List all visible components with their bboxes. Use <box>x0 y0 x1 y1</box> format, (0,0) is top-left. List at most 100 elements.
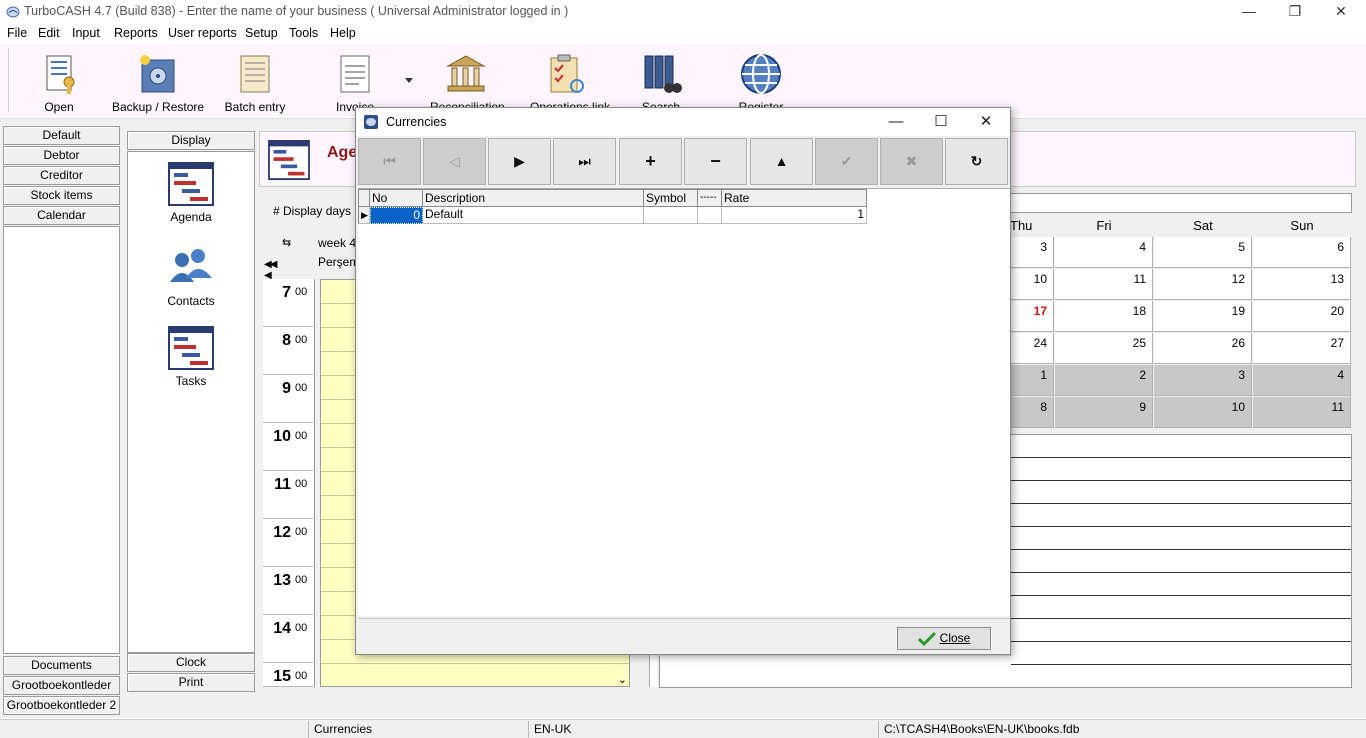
minimize-button[interactable]: — <box>1226 0 1272 24</box>
calendar-cell[interactable]: 27 <box>1253 333 1351 364</box>
column-extra[interactable]: ----- <box>698 189 722 207</box>
nav-grootboekontleder[interactable]: Grootboekontleder <box>3 676 120 695</box>
calendar-cell[interactable]: 19 <box>1154 301 1252 332</box>
nav-calendar[interactable]: Calendar <box>3 206 120 225</box>
task-list-lines[interactable] <box>1010 434 1352 688</box>
calendar-cell-next-month[interactable]: 4 <box>1253 365 1351 396</box>
tasks-gantt-icon <box>168 326 214 370</box>
calendar-cell-next-month[interactable]: 11 <box>1253 397 1351 428</box>
menu-help[interactable]: Help <box>330 26 356 40</box>
backup-restore-button[interactable]: Backup / Restore <box>112 48 204 114</box>
agenda-header-icon <box>268 140 310 180</box>
toolbar-separator <box>8 48 9 112</box>
post-record-button[interactable]: ✔ <box>815 138 878 185</box>
menu-input[interactable]: Input <box>72 26 100 40</box>
reconciliation-button[interactable]: Reconciliation <box>430 48 505 114</box>
cell-symbol[interactable] <box>644 207 698 224</box>
operations-link-button[interactable]: Operations link <box>530 48 610 114</box>
batch-entry-button[interactable]: Batch entry <box>224 48 286 114</box>
edit-record-button[interactable]: ▲ <box>750 138 813 185</box>
display-item-contacts[interactable]: Contacts <box>128 246 254 308</box>
menu-edit[interactable]: Edit <box>38 26 60 40</box>
calendar-cell[interactable]: 24 <box>1010 333 1054 364</box>
calendar-cell-next-month[interactable]: 3 <box>1154 365 1252 396</box>
calendar-cell-next-month[interactable]: 10 <box>1154 397 1252 428</box>
week-arrows-icon[interactable]: ⇆ <box>282 236 291 249</box>
dialog-app-icon <box>364 115 378 129</box>
prior-record-button[interactable]: ◁ <box>423 138 486 185</box>
dialog-close-button[interactable]: ✕ <box>964 108 1008 136</box>
display-item-agenda[interactable]: Agenda <box>128 162 254 224</box>
menu-file[interactable]: File <box>7 26 27 40</box>
nav-creditor[interactable]: Creditor <box>3 166 120 185</box>
calendar-cell-today[interactable]: 17 <box>1010 301 1054 332</box>
nav-default[interactable]: Default <box>3 126 120 145</box>
first-record-button[interactable]: ⏮ <box>358 138 421 185</box>
calendar-cell[interactable]: 4 <box>1055 237 1153 268</box>
nav-documents[interactable]: Documents <box>3 656 120 675</box>
window-titlebar: TurboCASH 4.7 (Build 838) - Enter the na… <box>0 0 1366 24</box>
calendar-cell[interactable]: 10 <box>1010 269 1054 300</box>
restore-icon: ❐ <box>1288 3 1302 19</box>
print-button[interactable]: Print <box>127 673 255 692</box>
menu-tools[interactable]: Tools <box>289 26 318 40</box>
calendar-cell-next-month[interactable]: 9 <box>1055 397 1153 428</box>
last-record-button[interactable]: ⏭ <box>553 138 616 185</box>
invoice-document-icon <box>340 55 370 93</box>
refresh-button[interactable]: ↻ <box>945 138 1008 185</box>
calendar-cell[interactable]: 18 <box>1055 301 1153 332</box>
nav-grootboekontleder-2[interactable]: Grootboekontleder 2 <box>3 696 120 715</box>
close-button[interactable]: Close <box>897 627 991 650</box>
calendar-cell-next-month[interactable]: 1 <box>1010 365 1054 396</box>
cell-no[interactable]: 0 <box>370 207 423 224</box>
scroll-down-icon[interactable]: ⌄ <box>618 673 627 686</box>
column-symbol[interactable]: Symbol <box>644 189 698 207</box>
hour-10: 10 00 <box>263 423 313 471</box>
cancel-record-button[interactable]: ✖ <box>880 138 943 185</box>
calendar-cell[interactable]: 25 <box>1055 333 1153 364</box>
close-window-button[interactable]: ✕ <box>1318 0 1364 24</box>
register-button[interactable]: Register <box>732 48 790 114</box>
column-rate[interactable]: Rate <box>722 189 867 207</box>
dialog-minimize-button[interactable]: — <box>874 108 918 136</box>
display-header[interactable]: Display <box>127 131 255 150</box>
dialog-title: Currencies <box>386 115 447 129</box>
invoice-button[interactable]: Invoice <box>326 48 384 114</box>
column-no[interactable]: No <box>370 189 423 207</box>
restore-button[interactable]: ❐ <box>1272 0 1318 24</box>
clock-button[interactable]: Clock <box>127 653 255 672</box>
display-days-label: # Display days <box>273 204 352 218</box>
calendar-cell[interactable]: 13 <box>1253 269 1351 300</box>
calendar-cell-next-month[interactable]: 8 <box>1010 397 1054 428</box>
insert-record-button[interactable]: + <box>619 138 682 185</box>
calendar-cell[interactable]: 3 <box>1010 237 1054 268</box>
cell-extra[interactable] <box>698 207 722 224</box>
calendar-cell[interactable]: 5 <box>1154 237 1252 268</box>
batch-ledger-icon <box>240 55 270 93</box>
search-button[interactable]: Search <box>632 48 690 114</box>
main-toolbar: Open Backup / Restore Batch entry Invoic… <box>0 44 1366 116</box>
display-item-tasks[interactable]: Tasks <box>128 326 254 388</box>
nav-debtor[interactable]: Debtor <box>3 146 120 165</box>
nav-stock-items[interactable]: Stock items <box>3 186 120 205</box>
calendar-cell-next-month[interactable]: 2 <box>1055 365 1153 396</box>
cell-description[interactable]: Default <box>423 207 644 224</box>
menu-user-reports[interactable]: User reports <box>168 26 237 40</box>
task-list-lower <box>659 656 1011 688</box>
record-navigator: ⏮ ◁ ▶ ⏭ + − ▲ ✔ ✖ ↻ <box>358 138 1010 186</box>
column-description[interactable]: Description <box>423 189 644 207</box>
open-button[interactable]: Open <box>26 48 92 114</box>
dialog-maximize-button[interactable]: ☐ <box>919 108 963 136</box>
calendar-cell[interactable]: 20 <box>1253 301 1351 332</box>
next-record-button[interactable]: ▶ <box>488 138 551 185</box>
calendar-cell[interactable]: 6 <box>1253 237 1351 268</box>
currencies-grid: No Description Symbol ----- Rate ▶ 0 Def… <box>358 188 1010 616</box>
calendar-cell[interactable]: 26 <box>1154 333 1252 364</box>
cell-rate[interactable]: 1 <box>722 207 867 224</box>
delete-record-button[interactable]: − <box>684 138 747 185</box>
invoice-dropdown-arrow-icon[interactable] <box>405 78 413 83</box>
menu-setup[interactable]: Setup <box>245 26 278 40</box>
menu-reports[interactable]: Reports <box>114 26 158 40</box>
calendar-cell[interactable]: 11 <box>1055 269 1153 300</box>
calendar-cell[interactable]: 12 <box>1154 269 1252 300</box>
